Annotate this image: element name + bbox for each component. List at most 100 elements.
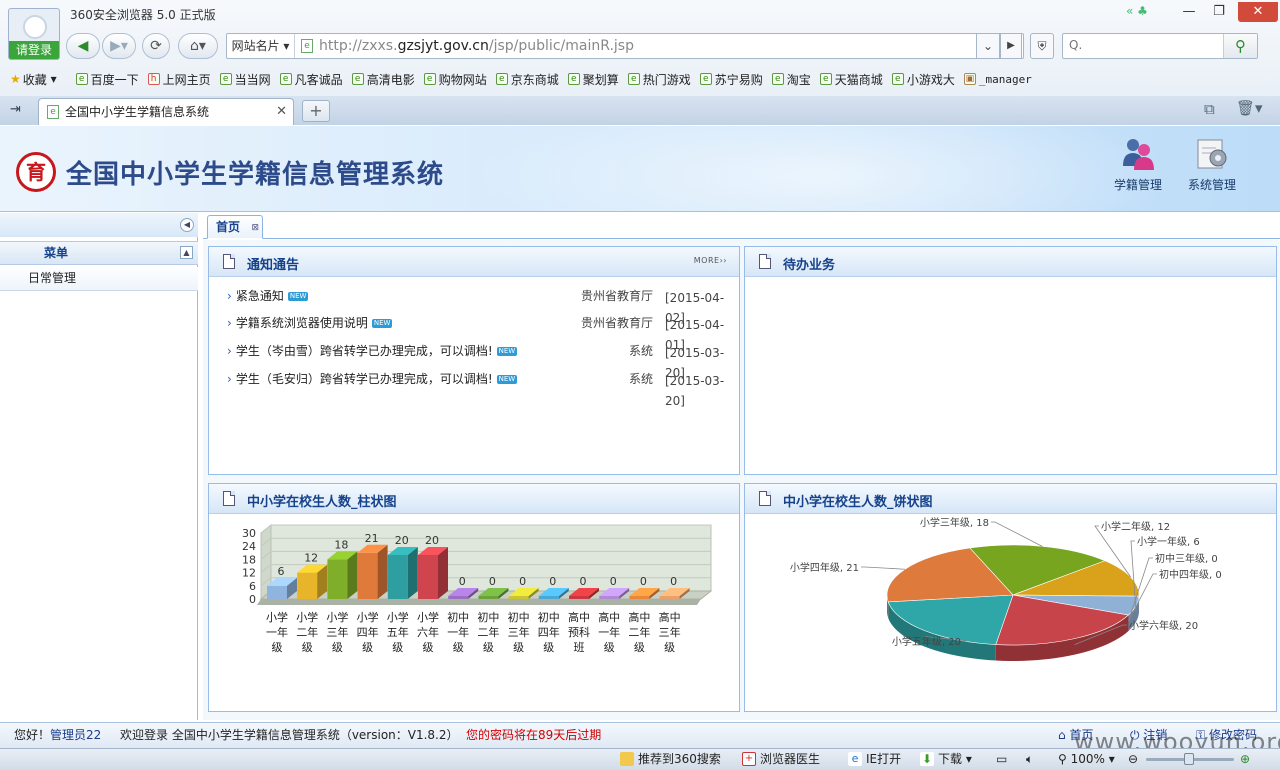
data-label: 20 bbox=[395, 534, 409, 547]
pie-chart-panel: 中小学在校生人数_饼状图 小学三年级, 18 小学二年级, 12 小学一年级, 6 初… bbox=[744, 483, 1277, 712]
nav-system-management[interactable]: 系统管理 bbox=[1176, 136, 1248, 193]
collapse-left-icon[interactable]: ◀ bbox=[180, 218, 194, 232]
users-icon bbox=[1120, 136, 1156, 172]
bookmark-item[interactable]: e 高清电影 bbox=[351, 71, 415, 88]
bookmark-item[interactable]: e 购物网站 bbox=[423, 71, 487, 88]
more-link[interactable]: MORE›› bbox=[694, 256, 727, 265]
pie-leader-line bbox=[861, 566, 906, 570]
login-button[interactable]: 请登录 bbox=[9, 41, 59, 59]
new-tab-button[interactable]: + bbox=[302, 100, 330, 122]
y-tick-label: 30 bbox=[242, 527, 256, 540]
trash-icon[interactable]: 🗑︎▾ bbox=[1236, 99, 1263, 117]
page-icon: e bbox=[891, 73, 904, 85]
thumb-icon bbox=[620, 752, 634, 766]
minimize-button[interactable]: — bbox=[1174, 2, 1204, 22]
bookmark-item[interactable]: e 凡客诚品 bbox=[279, 71, 343, 88]
page-icon: e bbox=[423, 73, 436, 85]
panel-title: 中小学在校生人数_饼状图 bbox=[783, 495, 933, 510]
collapse-up-icon[interactable]: ▲ bbox=[180, 246, 193, 259]
back-button[interactable]: ◀ bbox=[66, 33, 100, 59]
bookmark-item[interactable]: e 京东商城 bbox=[495, 71, 559, 88]
page-icon: e bbox=[219, 73, 232, 85]
screen-icon[interactable]: ▭ bbox=[996, 749, 1007, 769]
window-list-icon[interactable]: ⧉ bbox=[1204, 100, 1215, 118]
page-icon: e bbox=[771, 73, 784, 85]
panel-title: 待办业务 bbox=[783, 258, 836, 273]
browser-tab[interactable]: e 全国中小学生学籍信息系统 ✕ bbox=[38, 98, 294, 125]
data-label: 18 bbox=[334, 538, 348, 551]
url-dropdown-icon[interactable]: ⌄ bbox=[976, 33, 1000, 59]
bookmark-item[interactable]: e 当当网 bbox=[219, 71, 271, 88]
bookmark-item[interactable]: ▣ _manager bbox=[963, 73, 1032, 86]
gear-icon bbox=[1194, 136, 1230, 172]
bookmark-item[interactable]: h 上网主页 bbox=[147, 71, 211, 88]
bookmark-item[interactable]: e 苏宁易购 bbox=[699, 71, 763, 88]
data-label: 0 bbox=[580, 575, 587, 588]
forward-button[interactable]: ▶▾ bbox=[102, 33, 136, 59]
hao-icon: h bbox=[147, 73, 160, 85]
bookmark-item[interactable]: e 小游戏大 bbox=[891, 71, 955, 88]
search-box[interactable]: Q. ⚲ bbox=[1062, 33, 1258, 59]
x-tick-label: 初中二年级 bbox=[477, 610, 499, 654]
bookmark-item[interactable]: e 百度一下 bbox=[75, 71, 139, 88]
sidebar-menu-header[interactable]: 菜单 ▲ bbox=[0, 241, 198, 265]
skin-icon[interactable]: « ♣ bbox=[1126, 4, 1148, 18]
search-icon[interactable]: ⚲ bbox=[1223, 34, 1257, 58]
bar bbox=[418, 547, 448, 599]
download[interactable]: ⬇ 下载 ▾ bbox=[920, 749, 972, 769]
home-icon: ⌂ bbox=[1058, 728, 1066, 742]
new-badge: NEW bbox=[496, 347, 518, 356]
close-window-button[interactable]: ✕ bbox=[1238, 2, 1278, 22]
zoom-icon: ⚲ bbox=[1058, 752, 1067, 766]
browser-doctor[interactable]: + 浏览器医生 bbox=[742, 749, 820, 769]
site-name-dropdown[interactable]: 网站名片 ▾ bbox=[227, 34, 295, 58]
window-title: 360安全浏览器 5.0 正式版 bbox=[70, 8, 216, 22]
bookmark-item[interactable]: e 热门游戏 bbox=[627, 71, 691, 88]
browser-status-bar: 推荐到360搜索 + 浏览器医生 e IE打开 ⬇ 下载 ▾ ▭ 🔈︎ ⚲ 100% … bbox=[0, 748, 1280, 770]
notice-item[interactable]: › 紧急通知 NEW 贵州省教育厅 [2015-04-02] bbox=[227, 286, 727, 325]
home-icon[interactable]: ⌂▾ bbox=[178, 33, 218, 59]
refresh-icon[interactable]: ⟳ bbox=[142, 33, 170, 59]
address-bar[interactable]: 网站名片 ▾ e http://zxxs.gzsjyt.gov.cn/jsp/p… bbox=[226, 33, 1024, 59]
bookmark-favorites[interactable]: ★ 收藏 ▾ bbox=[10, 71, 57, 88]
zoom-out-icon[interactable]: ⊖ bbox=[1128, 749, 1138, 769]
document-icon bbox=[223, 491, 235, 506]
user-avatar[interactable]: 请登录 bbox=[8, 8, 60, 60]
bar-front bbox=[599, 596, 620, 599]
zoom-level[interactable]: ⚲ 100% ▾ bbox=[1058, 749, 1115, 769]
ie-open[interactable]: e IE打开 bbox=[848, 749, 901, 769]
y-tick-label: 24 bbox=[242, 540, 256, 553]
bar bbox=[327, 551, 358, 599]
bar-front bbox=[478, 596, 499, 599]
bar-front bbox=[538, 596, 559, 599]
sidebar-item-daily-management[interactable]: 日常管理 bbox=[0, 267, 198, 291]
bar-front bbox=[569, 596, 589, 599]
speaker-icon[interactable]: 🔈︎ bbox=[1026, 749, 1033, 769]
recommend-360-search[interactable]: 推荐到360搜索 bbox=[620, 749, 721, 769]
bar-front bbox=[448, 596, 469, 599]
zoom-slider-thumb[interactable] bbox=[1184, 753, 1194, 765]
data-label: 0 bbox=[549, 575, 556, 588]
y-tick-label: 0 bbox=[249, 593, 256, 606]
bar bbox=[387, 547, 418, 599]
close-tab-icon[interactable]: ✕ bbox=[276, 99, 287, 125]
notice-item[interactable]: › 学生（毛安归）跨省转学已办理完成，可以调档! NEW 系统 [2015-03-20] bbox=[227, 369, 727, 408]
pie-chart: 小学三年级, 18 小学二年级, 12 小学一年级, 6 初中三年级, 0 初中四年级,… bbox=[790, 516, 1222, 661]
zoom-in-icon[interactable]: ⊕ bbox=[1240, 749, 1250, 769]
shield-icon[interactable]: ⛨ bbox=[1030, 33, 1054, 59]
nav-student-records[interactable]: 学籍管理 bbox=[1102, 136, 1174, 193]
bookmark-item[interactable]: e 天猫商城 bbox=[819, 71, 883, 88]
maximize-button[interactable]: ❐ bbox=[1204, 2, 1234, 22]
go-icon[interactable]: ▶ bbox=[1000, 33, 1022, 59]
bookmark-item[interactable]: e 聚划算 bbox=[567, 71, 619, 88]
notice-item[interactable]: › 学籍系统浏览器使用说明 NEW 贵州省教育厅 [2015-04-01] bbox=[227, 313, 727, 352]
system-banner: 育 全国中小学生学籍信息管理系统 学籍管理 系统管理 bbox=[0, 126, 1280, 212]
url-text[interactable]: http://zxxs.gzsjyt.gov.cn/jsp/public/mai… bbox=[319, 34, 634, 58]
bar bbox=[357, 544, 388, 599]
pie-label: 初中四年级, 0 bbox=[1159, 568, 1222, 581]
bookmark-item[interactable]: e 淘宝 bbox=[771, 71, 811, 88]
sidebar-toggle-icon[interactable]: ⇥ bbox=[10, 102, 21, 117]
tab-home[interactable]: 首页 ⊠ bbox=[207, 215, 263, 239]
notice-item[interactable]: › 学生（岑由雪）跨省转学已办理完成，可以调档! NEW 系统 [2015-03-20] bbox=[227, 341, 727, 380]
close-tab-icon[interactable]: ⊠ bbox=[251, 217, 259, 239]
